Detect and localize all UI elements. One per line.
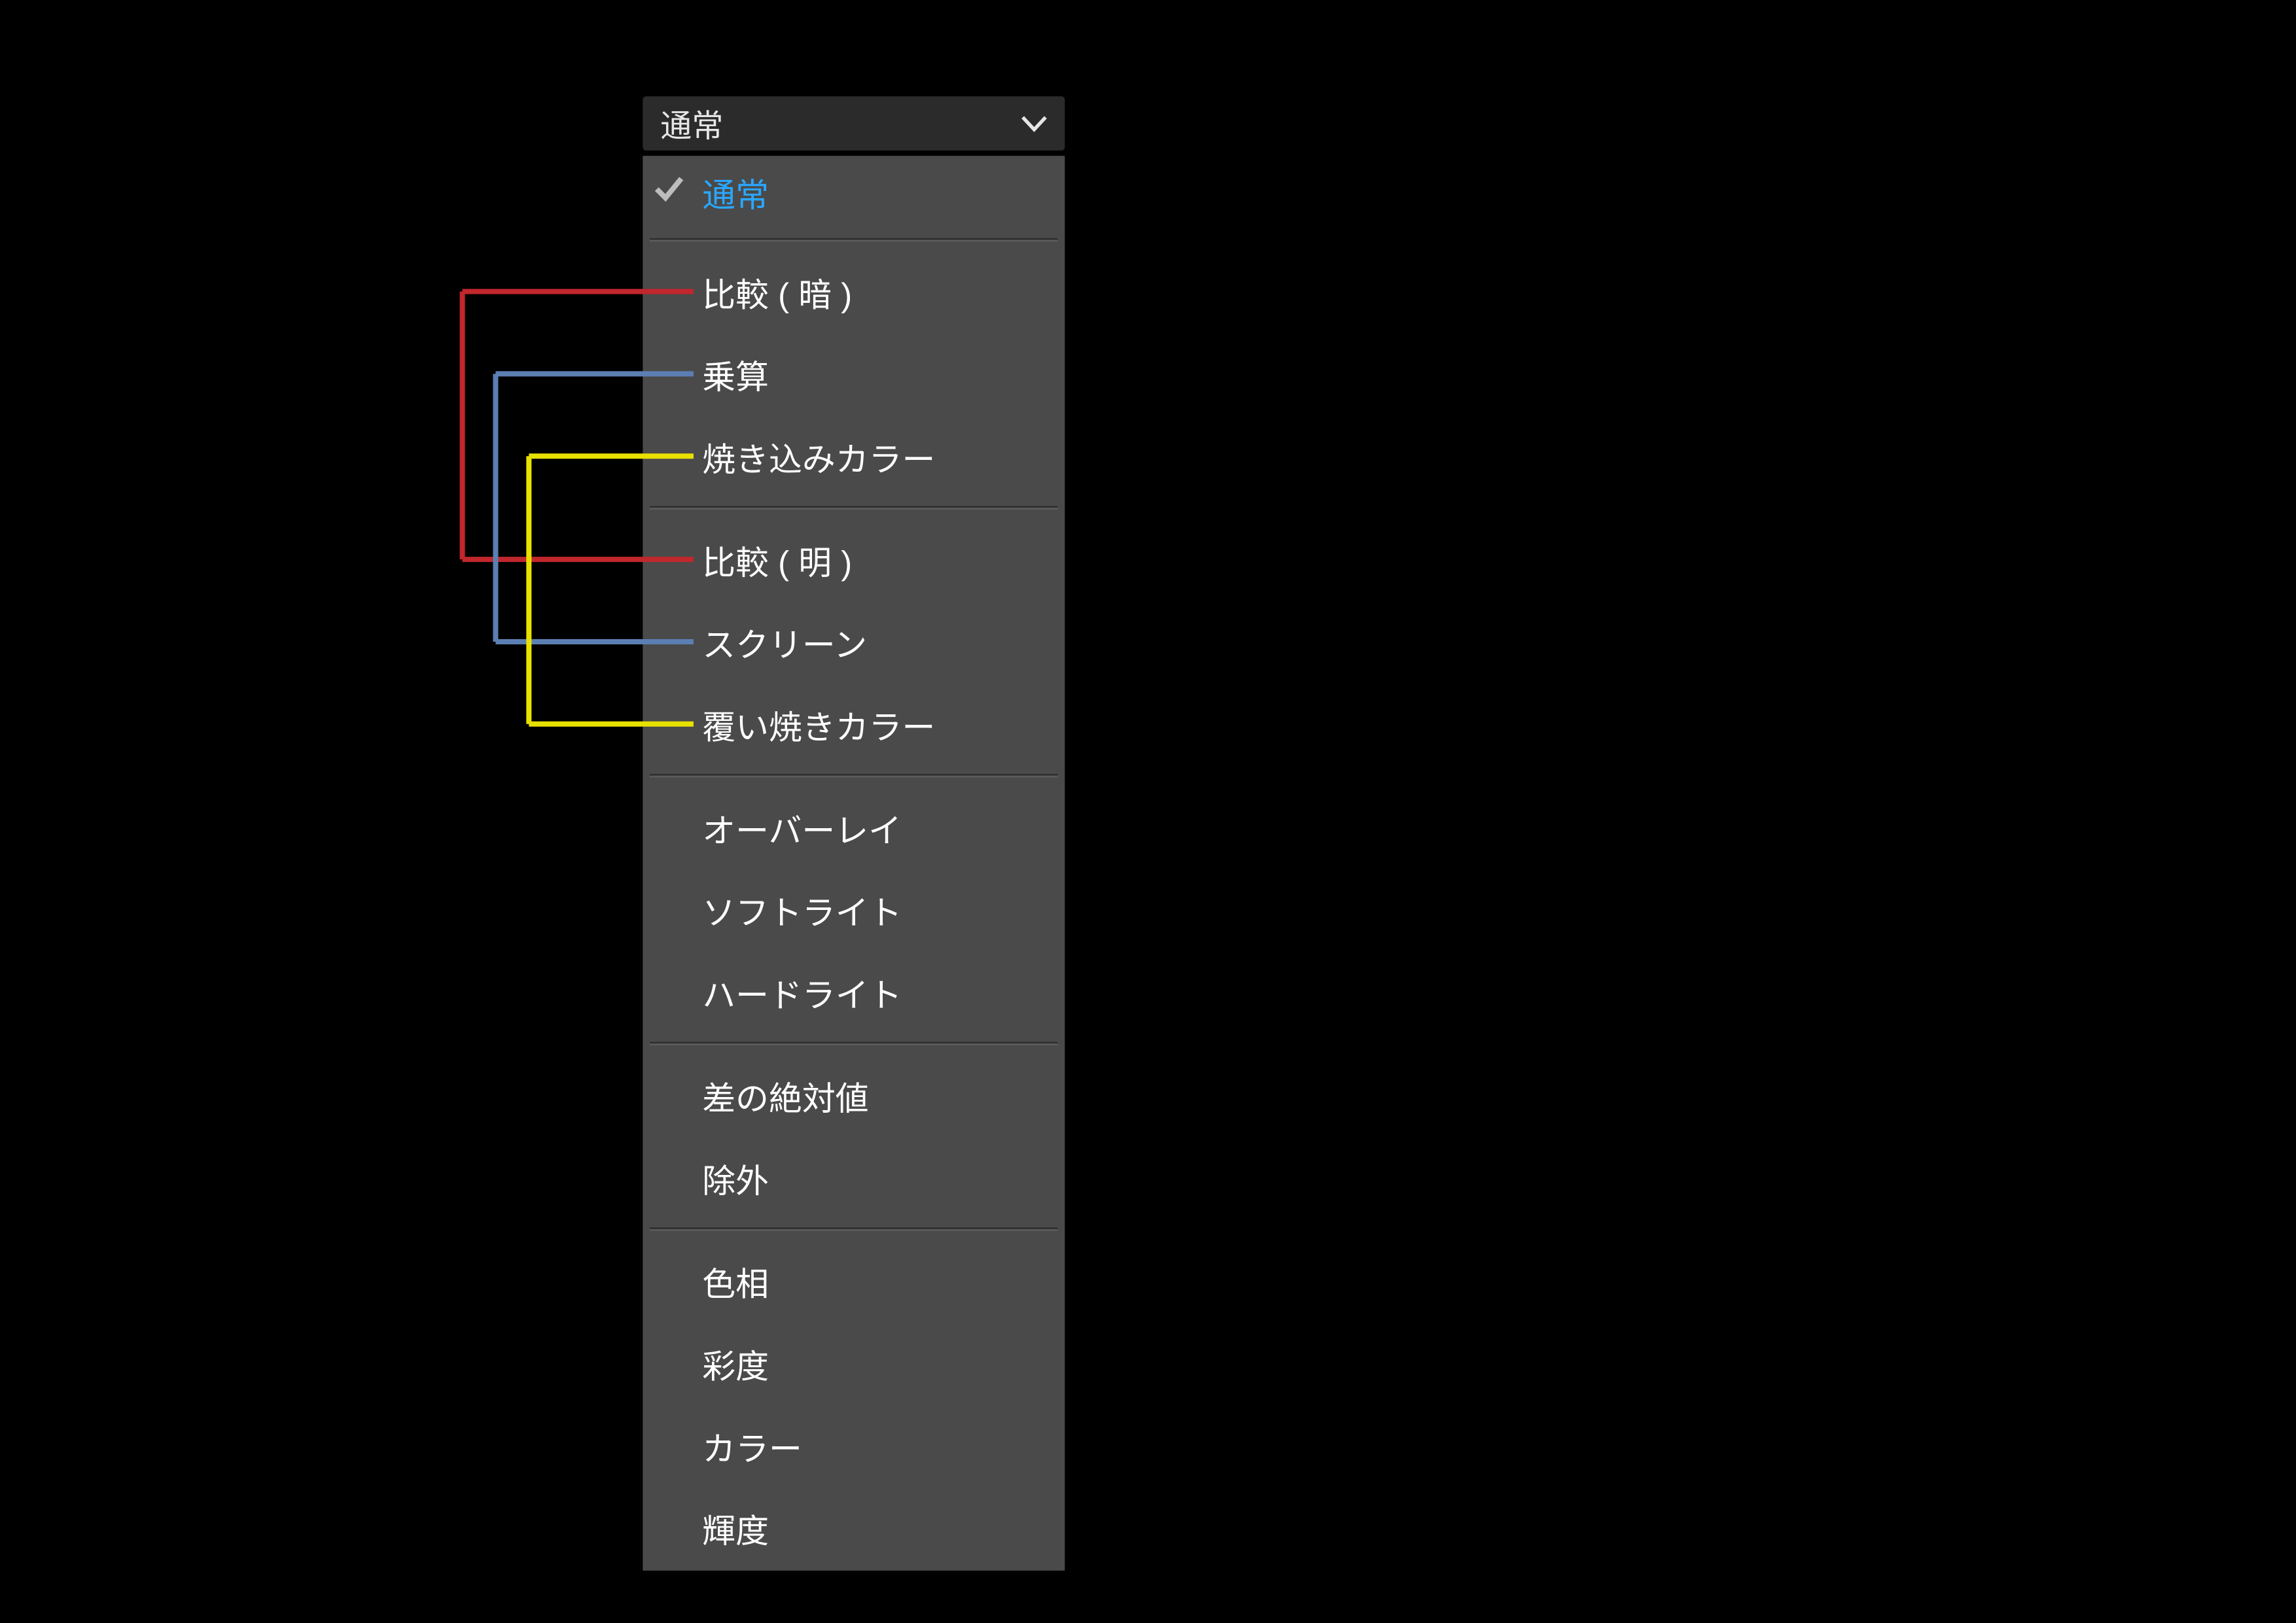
menu-item-label: 比較 ( 暗 ) [702,270,852,317]
menu-item[interactable]: ハードライト [643,952,1065,1035]
menu-item-label: 焼き込みカラー [702,434,935,481]
menu-item-label: 覆い焼きカラー [702,702,935,749]
menu-item-label: 除外 [702,1156,769,1203]
menu-item-label: 通常 [702,170,769,217]
menu-item-label: 乗算 [702,352,769,399]
menu-item[interactable]: 覆い焼きカラー [643,685,1065,767]
menu-item[interactable]: 除外 [643,1138,1065,1221]
connector-overlay [0,0,2296,1622]
menu-item-label: 色相 [702,1259,769,1306]
menu-item[interactable]: 彩度 [643,1323,1065,1406]
menu-separator [643,767,1065,788]
blend-mode-selected-label: 通常 [660,101,723,147]
menu-item[interactable]: 色相 [643,1242,1065,1324]
blend-mode-menu[interactable]: 通常比較 ( 暗 ) 乗算焼き込みカラー比較 ( 明 ) スクリーン覆い焼きカラーオ… [641,154,1067,1573]
menu-item[interactable]: 通常 [643,156,1065,231]
menu-separator [643,231,1065,252]
menu-item-label: スクリーン [702,620,867,667]
menu-item[interactable]: 輝度 [643,1488,1065,1571]
check-icon [653,173,684,215]
menu-item-label: 輝度 [702,1506,769,1553]
menu-item-label: ハードライト [702,970,902,1017]
menu-item-label: カラー [702,1423,802,1471]
menu-item-label: 比較 ( 明 ) [702,538,852,585]
menu-item[interactable]: ソフトライト [643,870,1065,952]
menu-separator [643,499,1065,520]
menu-item[interactable]: 差の絶対値 [643,1056,1065,1138]
menu-item-label: 彩度 [702,1341,769,1388]
menu-item[interactable]: オーバーレイ [643,788,1065,870]
menu-item-label: ソフトライト [702,888,902,935]
chevron-down-icon [1021,114,1047,132]
menu-item[interactable]: 比較 ( 明 ) [643,520,1065,602]
menu-item[interactable]: 乗算 [643,334,1065,417]
menu-item[interactable]: カラー [643,1406,1065,1488]
menu-separator [643,1221,1065,1242]
menu-separator [643,1035,1065,1056]
blend-mode-select[interactable]: 通常 [641,95,1067,152]
menu-item[interactable]: 焼き込みカラー [643,417,1065,499]
menu-item-label: オーバーレイ [702,805,902,852]
menu-item[interactable]: 比較 ( 暗 ) [643,252,1065,334]
menu-item-label: 差の絶対値 [702,1073,868,1121]
menu-item[interactable]: スクリーン [643,602,1065,685]
